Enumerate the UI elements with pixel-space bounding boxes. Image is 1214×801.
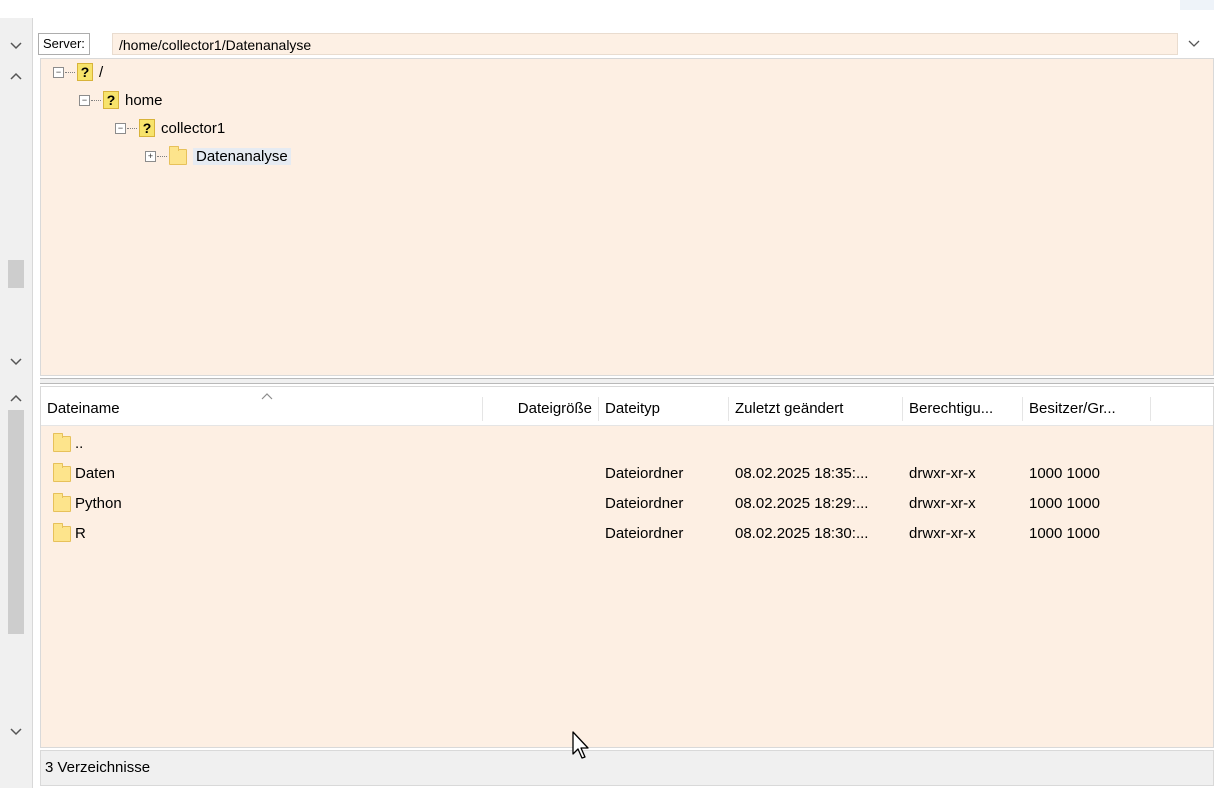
list-item-python[interactable]: Python Dateiordner 08.02.2025 18:29:... … (41, 489, 1213, 519)
mouse-cursor-icon (571, 730, 593, 760)
file-permissions: drwxr-xr-x (909, 465, 976, 482)
tree-node-label: / (99, 63, 104, 81)
server-label: Server: (38, 33, 90, 55)
left-scroll-gutter (0, 18, 33, 788)
status-bar: 3 Verzeichnisse (40, 750, 1214, 786)
list-item-parent-dir[interactable]: .. (41, 429, 1213, 459)
tree-node-label: Datenanalyse (193, 147, 291, 165)
file-type: Dateiordner (605, 465, 684, 482)
column-header-size[interactable]: Dateigröße (483, 397, 599, 421)
file-owner: 1000 1000 (1029, 465, 1100, 482)
tree-node-label: home (125, 91, 163, 109)
tree-node-label: collector1 (161, 119, 226, 137)
path-dropdown-chevron-icon[interactable] (1184, 36, 1204, 52)
list-item-r[interactable]: R Dateiordner 08.02.2025 18:30:... drwxr… (41, 519, 1213, 549)
file-name: Daten (75, 465, 116, 482)
column-header-modified[interactable]: Zuletzt geändert (729, 397, 903, 421)
folder-icon (53, 523, 71, 542)
list-scroll-down-icon[interactable] (8, 724, 24, 740)
question-icon: ? (139, 119, 155, 137)
pane-splitter[interactable] (40, 378, 1214, 384)
file-owner: 1000 1000 (1029, 495, 1100, 512)
tree-scroll-down-icon[interactable] (8, 354, 24, 370)
question-icon: ? (103, 91, 119, 109)
list-scroll-thumb[interactable] (8, 410, 24, 634)
column-header-permissions[interactable]: Berechtigu... (903, 397, 1023, 421)
folder-icon (169, 146, 187, 165)
file-modified: 08.02.2025 18:29:... (735, 495, 869, 512)
file-type: Dateiordner (605, 495, 684, 512)
file-name: Python (75, 495, 122, 512)
file-list-header: Dateiname Dateigröße Dateityp Zuletzt ge… (41, 387, 1213, 426)
tree-scroll-up-icon[interactable] (8, 68, 24, 84)
question-icon: ? (77, 63, 93, 81)
file-permissions: drwxr-xr-x (909, 495, 976, 512)
chevron-down-icon[interactable] (8, 38, 24, 54)
tree-node-home[interactable]: − ? home (79, 87, 163, 113)
file-name: R (75, 525, 86, 542)
list-item-daten[interactable]: Daten Dateiordner 08.02.2025 18:35:... d… (41, 459, 1213, 489)
window-top-right-strip (1180, 0, 1214, 10)
collapse-icon[interactable]: − (79, 94, 90, 106)
tree-node-collector1[interactable]: − ? collector1 (115, 115, 225, 141)
remote-site-pane: Server: /home/collector1/Datenanalyse − … (36, 30, 1214, 788)
column-header-name[interactable]: Dateiname (41, 397, 483, 421)
file-modified: 08.02.2025 18:30:... (735, 525, 869, 542)
column-header-type[interactable]: Dateityp (599, 397, 729, 421)
file-modified: 08.02.2025 18:35:... (735, 465, 869, 482)
tree-scroll-thumb[interactable] (8, 260, 24, 288)
collapse-icon[interactable]: − (115, 122, 126, 134)
file-owner: 1000 1000 (1029, 525, 1100, 542)
list-scroll-up-icon[interactable] (8, 390, 24, 406)
file-permissions: drwxr-xr-x (909, 525, 976, 542)
tree-node-datenanalyse[interactable]: + Datenanalyse (145, 143, 291, 169)
file-list: Dateiname Dateigröße Dateityp Zuletzt ge… (40, 386, 1214, 748)
directory-tree: − ? / − ? home − ? collector1 + Datenana… (40, 58, 1214, 376)
folder-icon (53, 493, 71, 512)
window-top-strip (0, 0, 1214, 10)
tree-node-root[interactable]: − ? / (53, 59, 103, 85)
file-name: .. (75, 435, 84, 452)
collapse-icon[interactable]: − (53, 66, 64, 78)
folder-icon (53, 463, 71, 482)
column-header-owner[interactable]: Besitzer/Gr... (1023, 397, 1151, 421)
expand-icon[interactable]: + (145, 150, 156, 162)
server-path-bar: Server: /home/collector1/Datenanalyse (36, 30, 1214, 58)
folder-icon (53, 433, 71, 452)
server-path-input[interactable]: /home/collector1/Datenanalyse (112, 33, 1178, 55)
file-type: Dateiordner (605, 525, 684, 542)
